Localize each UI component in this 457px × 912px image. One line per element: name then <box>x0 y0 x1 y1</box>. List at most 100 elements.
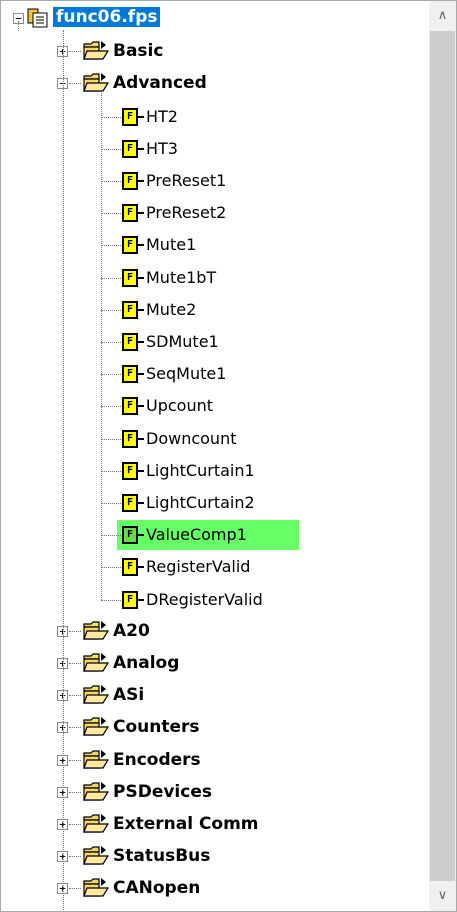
scroll-down-button[interactable]: ∨ <box>429 881 456 911</box>
tree-connector <box>101 116 121 118</box>
icon-connector <box>138 115 144 118</box>
root-label[interactable]: func06.fps <box>53 7 161 27</box>
tree-function-item[interactable]: F Mute1 <box>1 229 429 259</box>
function-label[interactable]: PreReset1 <box>146 171 226 190</box>
function-label[interactable]: SDMute1 <box>146 332 219 351</box>
function-label[interactable]: HT3 <box>146 139 178 158</box>
tree-connector <box>101 309 121 311</box>
tree-function-item[interactable]: F HT2 <box>1 101 429 131</box>
function-label[interactable]: Mute1bT <box>146 268 216 287</box>
tree-connector <box>69 630 81 632</box>
tree-function-item[interactable]: F SDMute1 <box>1 326 429 356</box>
folder-label[interactable]: Advanced <box>113 73 207 93</box>
tree-function-item[interactable]: F Downcount <box>1 423 429 453</box>
folder-label[interactable]: Encoders <box>113 750 201 770</box>
tree-folder-statusbus[interactable]: + StatusBus <box>1 841 429 871</box>
function-block-icon: F <box>122 204 138 223</box>
vertical-scrollbar[interactable]: ∧ ∨ <box>429 1 456 911</box>
tree-connector <box>69 51 81 53</box>
tree-connector <box>101 90 102 600</box>
icon-connector <box>138 502 144 504</box>
function-label[interactable]: Downcount <box>146 429 236 448</box>
function-label[interactable]: LightCurtain1 <box>146 461 255 480</box>
icon-connector <box>138 405 144 408</box>
tree-function-item[interactable]: F ValueComp1 <box>1 519 429 549</box>
folder-label[interactable]: Basic <box>113 41 163 61</box>
function-label[interactable]: Upcount <box>146 396 213 415</box>
function-label[interactable]: Mute1 <box>146 235 196 254</box>
scroll-up-button[interactable]: ∧ <box>429 1 456 31</box>
tree-function-item[interactable]: F PreReset1 <box>1 165 429 195</box>
scrollbar-thumb[interactable] <box>430 31 455 881</box>
tree-connector <box>101 567 121 569</box>
tree-function-item[interactable]: F DRegisterValid <box>1 584 429 614</box>
function-label[interactable]: RegisterValid <box>146 557 250 576</box>
folder-label[interactable]: CANopen <box>113 878 200 898</box>
function-label[interactable]: LightCurtain2 <box>146 493 255 512</box>
function-label[interactable]: DRegisterValid <box>146 590 263 609</box>
tree-connector <box>101 470 121 472</box>
folder-label[interactable]: PSDevices <box>113 782 212 802</box>
function-block-icon: F <box>122 236 138 255</box>
function-label[interactable]: ValueComp1 <box>146 525 247 544</box>
tree-function-item[interactable]: F Upcount <box>1 390 429 420</box>
tree-connector <box>69 759 81 761</box>
folder-label[interactable]: External Comm <box>113 814 259 834</box>
tree-folder-external-comm[interactable]: + External Comm <box>1 809 429 839</box>
tree-folder-canopen[interactable]: + CANopen <box>1 873 429 903</box>
icon-connector <box>138 437 144 440</box>
icon-connector <box>138 469 144 472</box>
function-block-icon: F <box>122 397 138 416</box>
folder-label[interactable]: A20 <box>113 621 150 641</box>
folder-label[interactable]: StatusBus <box>113 846 210 866</box>
tree-connector <box>101 438 121 440</box>
tree-folder-asi[interactable]: + ASi <box>1 680 429 710</box>
tree-function-item[interactable]: F Mute2 <box>1 294 429 324</box>
tree-connector <box>101 535 121 537</box>
icon-connector <box>138 534 144 537</box>
folder-label[interactable]: Analog <box>113 653 179 673</box>
tree-folder-psdevices[interactable]: + PSDevices <box>1 777 429 807</box>
function-block-icon: F <box>122 107 138 126</box>
project-tree[interactable]: − func06.fps + Basic − Advanced F HT2 F HT3 F PreRe… <box>1 1 429 911</box>
tree-connector <box>101 406 121 408</box>
function-block-icon: F <box>122 268 138 287</box>
tree-folder-advanced[interactable]: − Advanced <box>1 68 429 98</box>
open-folder-icon <box>83 620 109 640</box>
open-folder-icon <box>83 685 109 704</box>
icon-connector <box>138 212 144 215</box>
tree-function-item[interactable]: F LightCurtain1 <box>1 455 429 485</box>
function-label[interactable]: HT2 <box>146 107 178 126</box>
open-folder-icon <box>83 73 109 92</box>
function-block-icon: F <box>122 461 138 480</box>
tree-connector <box>101 342 121 343</box>
folder-label[interactable]: ASi <box>113 685 144 705</box>
function-label[interactable]: Mute2 <box>146 300 196 319</box>
tree-function-item[interactable]: F HT3 <box>1 133 429 163</box>
tree-view-panel: − func06.fps + Basic − Advanced F HT2 F HT3 F PreRe… <box>0 0 457 912</box>
tree-connector <box>63 30 64 910</box>
folder-label[interactable]: Counters <box>113 717 200 737</box>
tree-function-item[interactable]: F RegisterValid <box>1 551 429 581</box>
tree-connector <box>101 148 121 150</box>
tree-folder-counters[interactable]: + Counters <box>1 712 429 742</box>
tree-connector <box>69 695 81 697</box>
tree-function-item[interactable]: F SeqMute1 <box>1 358 429 388</box>
open-folder-icon <box>83 846 109 865</box>
tree-connector <box>101 245 121 247</box>
tree-connector <box>18 21 19 31</box>
tree-root-node[interactable]: − func06.fps <box>1 4 429 34</box>
function-block-icon: F <box>122 300 138 319</box>
function-label[interactable]: SeqMute1 <box>146 364 226 383</box>
tree-function-item[interactable]: F PreReset2 <box>1 197 429 227</box>
open-folder-icon <box>83 653 109 672</box>
icon-connector <box>138 244 144 247</box>
tree-folder-encoders[interactable]: + Encoders <box>1 745 429 775</box>
tree-function-item[interactable]: F Mute1bT <box>1 262 429 292</box>
tree-folder-analog[interactable]: + Analog <box>1 648 429 678</box>
tree-function-item[interactable]: F LightCurtain2 <box>1 487 429 517</box>
tree-folder-a20[interactable]: + A20 <box>1 616 429 646</box>
function-label[interactable]: PreReset2 <box>146 203 226 222</box>
function-block-icon: F <box>122 429 138 448</box>
tree-folder-basic[interactable]: + Basic <box>1 36 429 66</box>
